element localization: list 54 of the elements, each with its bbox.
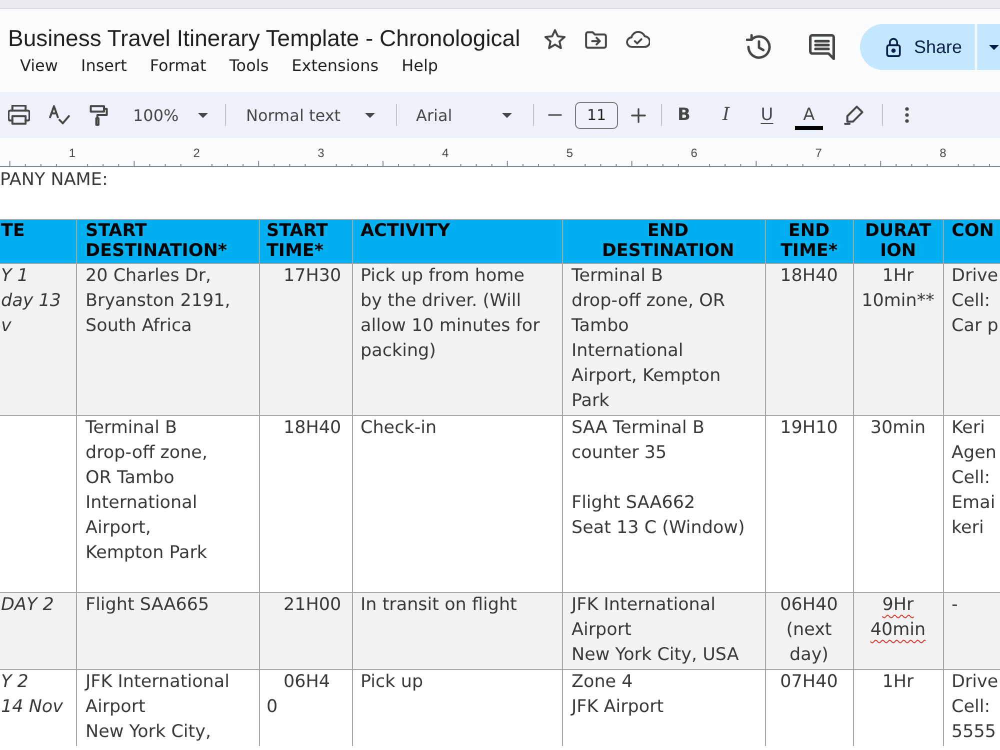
- share-dropdown-button[interactable]: [977, 24, 1000, 70]
- ruler-number: 8: [940, 146, 946, 160]
- ruler-number: 4: [442, 146, 449, 160]
- menu-item[interactable]: View: [8, 55, 70, 77]
- table-cell: Y 2 14 Nov: [0, 670, 76, 746]
- document-title[interactable]: Business Travel Itinerary Template - Chronological: [8, 23, 520, 53]
- underline-button[interactable]: U: [755, 99, 779, 131]
- menu-item[interactable]: Tools: [218, 55, 280, 77]
- cloud-check-icon[interactable]: [626, 31, 650, 48]
- spellcheck-icon[interactable]: [49, 105, 70, 125]
- column-header: END DESTINATION: [562, 220, 765, 264]
- highlighter-icon[interactable]: [844, 105, 864, 125]
- italic-button[interactable]: I: [714, 99, 738, 131]
- menu-item[interactable]: Insert: [69, 55, 138, 77]
- column-header: END TIME*: [765, 220, 853, 264]
- table-cell: Drive Cell: 5555: [943, 670, 1000, 746]
- menu-item[interactable]: Format: [138, 55, 218, 77]
- ruler-number: 7: [815, 146, 822, 160]
- column-header: START TIME*: [259, 220, 352, 264]
- menu-item[interactable]: Extensions: [280, 55, 390, 77]
- column-header: DURAT ION: [853, 220, 943, 264]
- plus-icon[interactable]: [630, 108, 646, 122]
- color-bar-icon: [795, 126, 823, 130]
- column-header: ACTIVITY: [352, 220, 562, 264]
- ruler-number: 3: [318, 146, 324, 160]
- font-size-field[interactable]: 11: [575, 102, 618, 128]
- history-icon[interactable]: [746, 34, 772, 60]
- ruler-number: 1: [68, 146, 76, 160]
- minus-icon[interactable]: [548, 114, 562, 116]
- caret-icon[interactable]: [198, 112, 208, 118]
- style-dropdown[interactable]: Normal text: [246, 100, 375, 130]
- menu-item[interactable]: Help: [390, 55, 450, 77]
- lock-icon: [886, 37, 901, 57]
- ruler-number: 2: [193, 146, 200, 160]
- caret-icon[interactable]: [502, 112, 512, 118]
- column-header: CON: [943, 220, 1000, 264]
- print-icon[interactable]: [8, 105, 30, 125]
- font-dropdown[interactable]: Arial: [416, 100, 512, 130]
- more-vertical-icon[interactable]: [905, 107, 909, 123]
- ruler-number: 6: [690, 146, 698, 160]
- share-button[interactable]: Share: [860, 24, 975, 70]
- comment-icon[interactable]: [809, 34, 835, 60]
- caret-icon[interactable]: [365, 112, 375, 118]
- folder-arrow-icon[interactable]: [585, 30, 608, 48]
- zoom-dropdown[interactable]: 100%: [133, 100, 208, 130]
- column-header: START DESTINATION*: [76, 220, 259, 264]
- company-name-label: PANY NAME:: [0, 169, 108, 192]
- caret-icon[interactable]: [989, 44, 999, 50]
- bold-button[interactable]: B: [672, 99, 696, 131]
- text-color-button[interactable]: A: [797, 99, 821, 131]
- paint-roller-icon[interactable]: [89, 104, 108, 126]
- star-icon[interactable]: [544, 29, 566, 50]
- ruler-number: 5: [566, 146, 574, 160]
- column-header: TE: [0, 220, 76, 264]
